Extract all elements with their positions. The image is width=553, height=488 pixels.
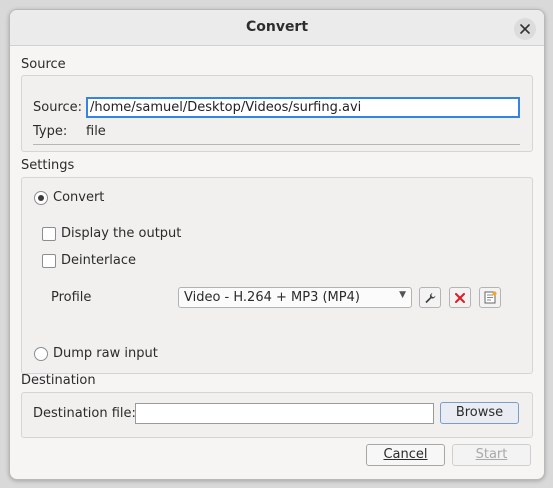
destination-file-label: Destination file: (33, 406, 136, 421)
delete-icon (455, 292, 465, 303)
start-button[interactable]: Start (452, 444, 531, 466)
dump-raw-radio[interactable] (34, 347, 48, 361)
settings-group-label: Settings (21, 158, 75, 173)
cancel-button[interactable]: Cancel (366, 444, 445, 466)
close-button[interactable] (514, 18, 536, 40)
wrench-icon (425, 292, 436, 303)
close-icon (520, 24, 530, 34)
dump-raw-label[interactable]: Dump raw input (53, 346, 158, 361)
new-profile-icon (484, 291, 496, 304)
title-bar: Convert (10, 10, 544, 46)
type-label: Type: (33, 124, 68, 139)
deinterlace-label[interactable]: Deinterlace (61, 253, 136, 268)
delete-profile-button[interactable] (449, 287, 471, 308)
display-output-label[interactable]: Display the output (61, 226, 181, 241)
convert-dialog: Convert Source Source: Type: file Settin… (9, 9, 545, 480)
window-title: Convert (245, 19, 309, 35)
source-label: Source: (33, 100, 83, 115)
profile-label: Profile (51, 290, 92, 305)
profile-select[interactable]: Video - H.264 + MP3 (MP4) ▼ (178, 287, 412, 308)
source-group-label: Source (21, 57, 66, 72)
display-output-checkbox[interactable] (42, 227, 56, 241)
browse-button[interactable]: Browse (440, 402, 519, 424)
source-divider (33, 144, 520, 145)
settings-group: Convert Display the output Deinterlace P… (21, 177, 533, 374)
source-group: Source: Type: file (21, 75, 533, 152)
profile-select-value: Video - H.264 + MP3 (MP4) (184, 290, 360, 305)
convert-radio-label[interactable]: Convert (53, 190, 104, 205)
deinterlace-checkbox[interactable] (42, 254, 56, 268)
cancel-button-label: Cancel (383, 447, 428, 462)
source-input[interactable] (86, 97, 520, 118)
destination-group-label: Destination (21, 373, 96, 388)
convert-radio[interactable] (34, 191, 48, 205)
chevron-down-icon: ▼ (399, 290, 406, 300)
destination-group: Destination file: Browse (21, 392, 533, 438)
edit-profile-button[interactable] (419, 287, 441, 308)
start-button-label: Start (475, 447, 508, 462)
destination-file-input[interactable] (135, 403, 434, 424)
new-profile-button[interactable] (479, 287, 501, 308)
type-value: file (86, 124, 106, 139)
